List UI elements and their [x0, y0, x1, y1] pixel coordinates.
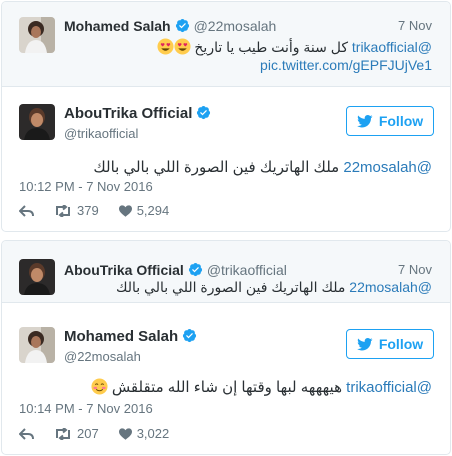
quoted-tweet-date[interactable]: 7 Nov: [398, 18, 432, 33]
retweet-icon: [56, 427, 70, 440]
avatar[interactable]: [19, 104, 55, 140]
like-button[interactable]: 5,294: [118, 203, 170, 218]
reply-icon: [19, 427, 34, 440]
heart-icon: [118, 204, 132, 217]
like-button[interactable]: 3,022: [118, 426, 170, 441]
smiling-blush-emoji: [91, 378, 108, 395]
mention-link[interactable]: @22mosalah: [349, 279, 432, 295]
reply-button[interactable]: [19, 204, 34, 217]
retweet-count: 207: [77, 426, 99, 441]
twitter-bird-icon: [357, 337, 373, 350]
tweet-text: @22mosalah ملك الهاتريك فين الصورة اللي …: [93, 158, 432, 176]
follow-button[interactable]: Follow: [346, 106, 434, 136]
quoted-text-body: ملك الهاتريك فين الصورة اللي بالي بالك: [115, 279, 346, 295]
tweet-text-body: هيهههه لبها وقتها إن شاء الله متقلقش: [111, 379, 342, 396]
tweet-author-handle[interactable]: @trikaofficial: [64, 126, 138, 141]
avatar[interactable]: [19, 17, 55, 53]
salah-avatar-image: [19, 327, 55, 363]
author-name-text[interactable]: AbouTrika Official: [64, 105, 192, 122]
tweet-actions: 207 3,022: [19, 426, 189, 441]
follow-label[interactable]: Follow: [379, 113, 423, 129]
tweet-text: @trikaofficial هيهههه لبها وقتها إن شاء …: [91, 378, 432, 396]
avatar[interactable]: [19, 327, 55, 363]
mention-link[interactable]: @22mosalah: [343, 159, 432, 176]
quoted-tweet-text: @trikaofficial كل سنة وأنت طيب يا تاريخ: [156, 38, 432, 56]
quoted-author-name[interactable]: AbouTrika Official: [64, 262, 184, 278]
verified-badge-icon: [197, 105, 211, 120]
mention-link[interactable]: @trikaofficial: [346, 379, 432, 396]
quoted-author[interactable]: AbouTrika Official @trikaofficial: [64, 262, 287, 278]
mention-link[interactable]: @trikaofficial: [352, 39, 432, 55]
quoted-tweet-date[interactable]: 7 Nov: [398, 262, 432, 277]
tweet-author-name[interactable]: Mohamed Salah: [64, 328, 197, 345]
tweet-author-name[interactable]: AbouTrika Official: [64, 105, 211, 122]
trika-avatar-image: [19, 104, 55, 140]
like-count: 3,022: [136, 426, 170, 441]
follow-label[interactable]: Follow: [379, 336, 423, 352]
verified-badge-icon: [183, 328, 197, 343]
media-link[interactable]: pic.twitter.com/gEPFJUjVe1: [260, 57, 432, 73]
twitter-bird-icon: [357, 114, 373, 127]
tweet-timestamp[interactable]: 10:12 PM - 7 Nov 2016: [19, 179, 153, 194]
retweet-icon: [56, 204, 70, 217]
tweet-card-2: AbouTrika Official @trikaofficial 7 Nov @…: [1, 240, 451, 455]
tweet-text-body: ملك الهاتريك فين الصورة اللي بالي بالك: [93, 159, 340, 176]
heart-eyes-emoji: [156, 38, 174, 55]
quoted-tweet-text: @22mosalah ملك الهاتريك فين الصورة اللي …: [116, 279, 432, 296]
tweet-actions: 379 5,294: [19, 203, 189, 218]
quoted-author[interactable]: Mohamed Salah @22mosalah: [64, 18, 276, 34]
heart-icon: [118, 427, 132, 440]
reply-icon: [19, 204, 34, 217]
retweet-count: 379: [77, 203, 99, 218]
quoted-tweet[interactable]: Mohamed Salah @22mosalah 7 Nov @trikaoffi…: [2, 2, 450, 87]
quoted-author-handle[interactable]: @trikaofficial: [207, 262, 287, 278]
salah-avatar-image: [19, 17, 55, 53]
reply-button[interactable]: [19, 427, 34, 440]
heart-eyes-emoji: [173, 38, 191, 55]
author-name-text[interactable]: Mohamed Salah: [64, 328, 178, 345]
trika-avatar-image: [19, 259, 55, 295]
quoted-author-handle[interactable]: @22mosalah: [194, 18, 277, 34]
avatar[interactable]: [19, 259, 55, 295]
tweet-author-handle[interactable]: @22mosalah: [64, 349, 141, 364]
retweet-button[interactable]: 379: [54, 203, 99, 218]
follow-button[interactable]: Follow: [346, 329, 434, 359]
retweet-button[interactable]: 207: [54, 426, 99, 441]
like-count: 5,294: [136, 203, 170, 218]
quoted-author-name[interactable]: Mohamed Salah: [64, 18, 171, 34]
quoted-tweet[interactable]: AbouTrika Official @trikaofficial 7 Nov @…: [2, 241, 450, 303]
quoted-text-body: كل سنة وأنت طيب يا تاريخ: [194, 39, 348, 55]
verified-badge-icon: [175, 18, 189, 33]
tweet-timestamp[interactable]: 10:14 PM - 7 Nov 2016: [19, 401, 153, 416]
verified-badge-icon: [188, 262, 202, 277]
tweet-card-1: Mohamed Salah @22mosalah 7 Nov @trikaoffi…: [1, 1, 451, 232]
